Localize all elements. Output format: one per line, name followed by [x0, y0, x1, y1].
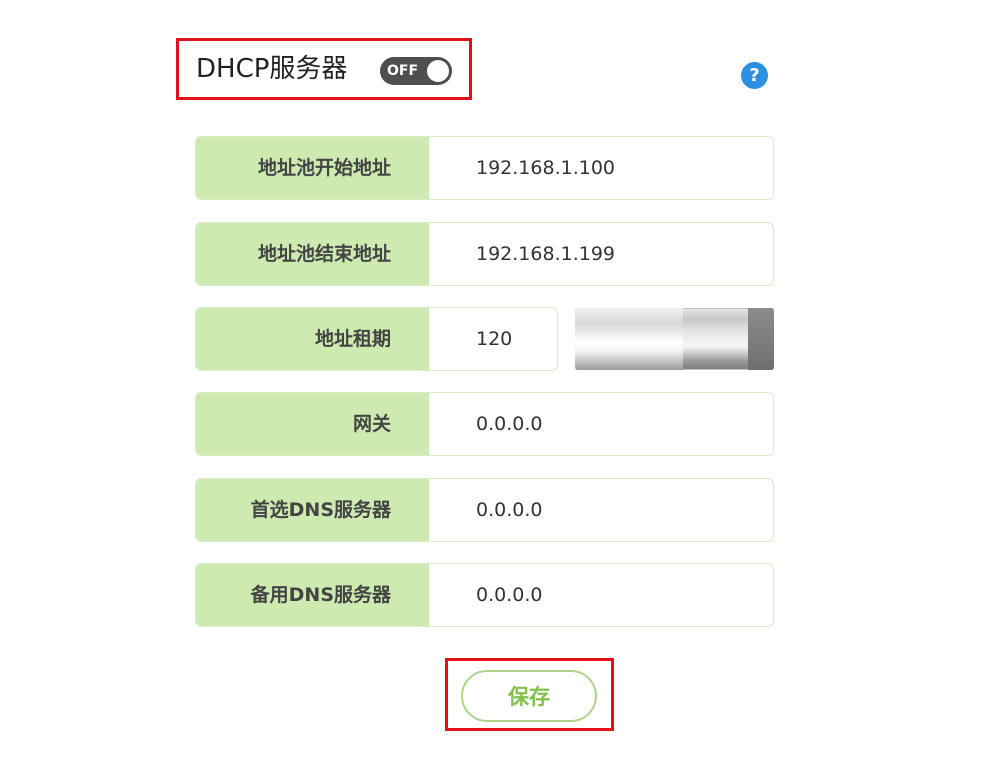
pool-end-row: 地址池结束地址 [195, 222, 774, 286]
primary-dns-row: 首选DNS服务器 [195, 478, 774, 542]
help-icon[interactable]: ? [741, 62, 768, 89]
pool-start-label: 地址池开始地址 [196, 137, 429, 199]
pool-start-input[interactable] [429, 137, 773, 199]
secondary-dns-row: 备用DNS服务器 [195, 563, 774, 627]
save-button[interactable]: 保存 [461, 670, 597, 722]
dhcp-toggle-switch[interactable]: OFF [380, 57, 452, 85]
pool-end-input[interactable] [429, 223, 773, 285]
lease-label: 地址租期 [196, 308, 429, 370]
pool-start-row: 地址池开始地址 [195, 136, 774, 200]
pool-end-label: 地址池结束地址 [196, 223, 429, 285]
secondary-dns-label: 备用DNS服务器 [196, 564, 429, 626]
lease-unit-select[interactable] [575, 308, 774, 370]
dhcp-title: DHCP服务器 [196, 54, 348, 84]
primary-dns-label: 首选DNS服务器 [196, 479, 429, 541]
lease-input[interactable] [429, 308, 557, 370]
secondary-dns-input[interactable] [429, 564, 773, 626]
gateway-input[interactable] [429, 393, 773, 455]
gateway-row: 网关 [195, 392, 774, 456]
primary-dns-input[interactable] [429, 479, 773, 541]
gateway-label: 网关 [196, 393, 429, 455]
toggle-state-label: OFF [387, 63, 419, 79]
toggle-knob [427, 60, 449, 82]
lease-row: 地址租期 [195, 307, 558, 371]
